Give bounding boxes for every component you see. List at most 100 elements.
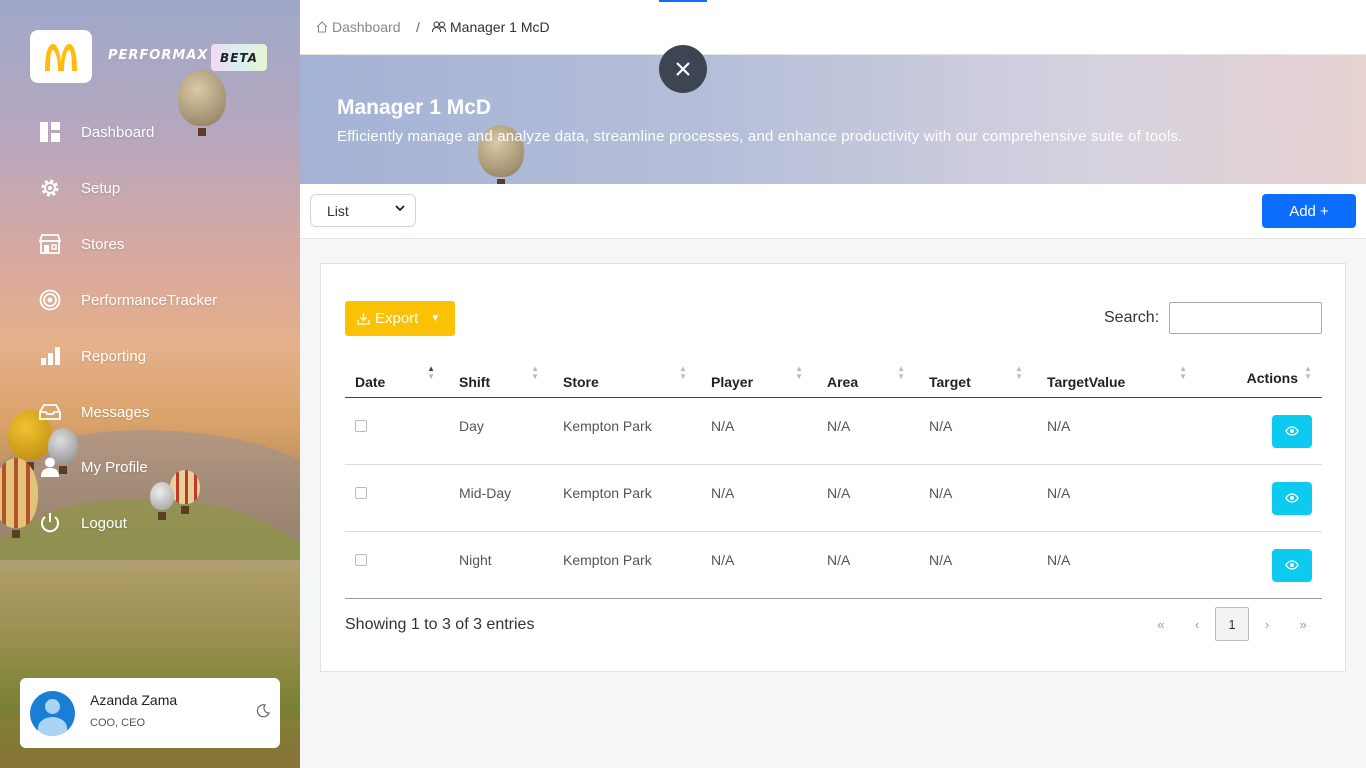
store-icon <box>38 232 62 256</box>
page-subtitle: Efficiently manage and analyze data, str… <box>337 128 1183 145</box>
cell-target-value: N/A <box>1047 417 1071 434</box>
user-name: Azanda Zama <box>90 692 178 708</box>
eye-icon <box>1285 560 1299 570</box>
dashboard-icon <box>38 120 62 144</box>
balloon-decoration <box>178 70 226 136</box>
column-header-date[interactable]: Date ▲ ▼ <box>345 360 449 398</box>
sidebar-item-stores[interactable]: Stores <box>38 229 124 259</box>
cell-target: N/A <box>929 551 953 568</box>
view-select-value: List <box>327 202 349 219</box>
row-checkbox[interactable] <box>355 486 367 499</box>
column-header-area[interactable]: Area ▲ ▼ <box>817 360 919 398</box>
cell-area: N/A <box>827 484 851 501</box>
view-button[interactable] <box>1272 414 1312 448</box>
sort-icon: ▲ ▼ <box>897 364 905 381</box>
page-title: Manager 1 McD <box>337 96 492 119</box>
prev-page-button[interactable]: ‹ <box>1179 607 1215 641</box>
breadcrumb-current: Manager 1 McD <box>432 19 550 35</box>
mcdonalds-logo[interactable] <box>30 30 92 83</box>
table-header-row: Date ▲ ▼ Shift ▲ ▼ Store ▲ ▼ Player ▲ ▼ Area ▲ ▼ T… <box>345 360 1322 398</box>
cell-store: Kempton Park <box>563 484 652 501</box>
next-page-button[interactable]: › <box>1249 607 1285 641</box>
eye-icon <box>1285 493 1299 503</box>
sidebar-item-label: Reporting <box>81 347 147 365</box>
cell-target-value: N/A <box>1047 551 1071 568</box>
user-icon <box>38 455 62 479</box>
close-icon <box>676 62 690 76</box>
cell-store: Kempton Park <box>563 551 652 568</box>
power-icon <box>38 511 62 535</box>
column-header-targetvalue[interactable]: TargetValue ▲ ▼ <box>1037 360 1201 398</box>
cell-target-value: N/A <box>1047 484 1071 501</box>
export-button[interactable]: Export ▼ <box>345 301 455 336</box>
sidebar-item-reporting[interactable]: Reporting <box>38 341 146 371</box>
cell-area: N/A <box>827 551 851 568</box>
row-checkbox[interactable] <box>355 553 367 566</box>
cell-player: N/A <box>711 484 735 501</box>
page-header: Manager 1 McD Efficiently manage and ana… <box>300 55 1366 184</box>
sidebar-item-performancetracker[interactable]: PerformanceTracker <box>38 285 217 315</box>
first-page-button[interactable]: « <box>1143 607 1179 641</box>
cell-area: N/A <box>827 417 851 434</box>
row-checkbox[interactable] <box>355 419 367 432</box>
sidebar-item-dashboard[interactable]: Dashboard <box>38 117 154 147</box>
data-table: Date ▲ ▼ Shift ▲ ▼ Store ▲ ▼ Player ▲ ▼ Area ▲ ▼ T… <box>345 360 1322 599</box>
cell-player: N/A <box>711 417 735 434</box>
golden-arches-icon <box>45 43 77 71</box>
sort-icon: ▲ ▼ <box>795 364 803 381</box>
user-card[interactable]: Azanda Zama COO, CEO <box>20 678 280 748</box>
sidebar-item-label: Setup <box>81 179 121 197</box>
balloon-decoration <box>150 482 174 520</box>
close-button[interactable] <box>659 45 707 93</box>
cell-shift: Day <box>459 417 484 434</box>
sidebar-item-setup[interactable]: Setup <box>38 173 120 203</box>
avatar <box>30 690 75 736</box>
search-input[interactable] <box>1169 302 1322 334</box>
sort-icon: ▲ ▼ <box>1015 364 1023 381</box>
sidebar-item-my-profile[interactable]: My Profile <box>38 452 148 482</box>
table-row: Night Kempton Park N/A N/A N/A N/A <box>345 531 1322 599</box>
eye-icon <box>1285 426 1299 436</box>
balloon-decoration <box>170 470 200 514</box>
sidebar-item-label: Stores <box>81 235 125 253</box>
add-button[interactable]: Add + <box>1262 194 1356 228</box>
breadcrumb-current-label: Manager 1 McD <box>450 19 550 35</box>
user-role: COO, CEO <box>90 717 146 729</box>
brand-name: PERFORMAX <box>108 48 209 63</box>
breadcrumb-home-label: Dashboard <box>332 19 401 35</box>
page-1-button[interactable]: 1 <box>1215 607 1249 641</box>
sort-icon: ▲ ▼ <box>427 364 435 381</box>
target-icon <box>38 288 62 312</box>
sidebar-item-label: My Profile <box>81 458 148 476</box>
sidebar-item-label: PerformanceTracker <box>81 291 218 309</box>
inbox-icon <box>38 400 62 424</box>
view-select[interactable]: List <box>310 194 416 227</box>
pagination: « ‹ 1 › » <box>1143 607 1321 641</box>
sort-icon: ▲ ▼ <box>1304 364 1312 381</box>
column-header-store[interactable]: Store ▲ ▼ <box>553 360 701 398</box>
chevron-down-icon <box>395 204 405 215</box>
sidebar-item-logout[interactable]: Logout <box>38 508 127 538</box>
column-header-player[interactable]: Player ▲ ▼ <box>701 360 817 398</box>
breadcrumb-separator: / <box>416 19 420 35</box>
gear-icon <box>38 176 62 200</box>
cell-shift: Night <box>459 551 492 568</box>
view-button[interactable] <box>1272 548 1312 582</box>
home-icon <box>316 21 328 33</box>
top-bar: Dashboard / Manager 1 McD <box>300 0 1366 55</box>
view-button[interactable] <box>1272 481 1312 515</box>
sidebar-item-label: Dashboard <box>81 123 155 141</box>
data-table-card: Export ▼ Search: Date ▲ ▼ Shift ▲ ▼ Store ▲ ▼ … <box>320 263 1346 672</box>
last-page-button[interactable]: » <box>1285 607 1321 641</box>
column-header-actions[interactable]: Actions ▲ ▼ <box>1201 360 1322 398</box>
moon-icon[interactable] <box>256 704 270 721</box>
sidebar-item-label: Messages <box>81 403 150 421</box>
sidebar-item-messages[interactable]: Messages <box>38 397 149 427</box>
cell-player: N/A <box>711 551 735 568</box>
column-header-target[interactable]: Target ▲ ▼ <box>919 360 1037 398</box>
balloon-decoration <box>0 458 38 538</box>
sort-icon: ▲ ▼ <box>1179 364 1187 381</box>
breadcrumb-home[interactable]: Dashboard <box>316 19 401 35</box>
column-header-shift[interactable]: Shift ▲ ▼ <box>449 360 553 398</box>
sidebar: PERFORMAX BETA Dashboard Setup Stores Pe… <box>0 0 300 768</box>
